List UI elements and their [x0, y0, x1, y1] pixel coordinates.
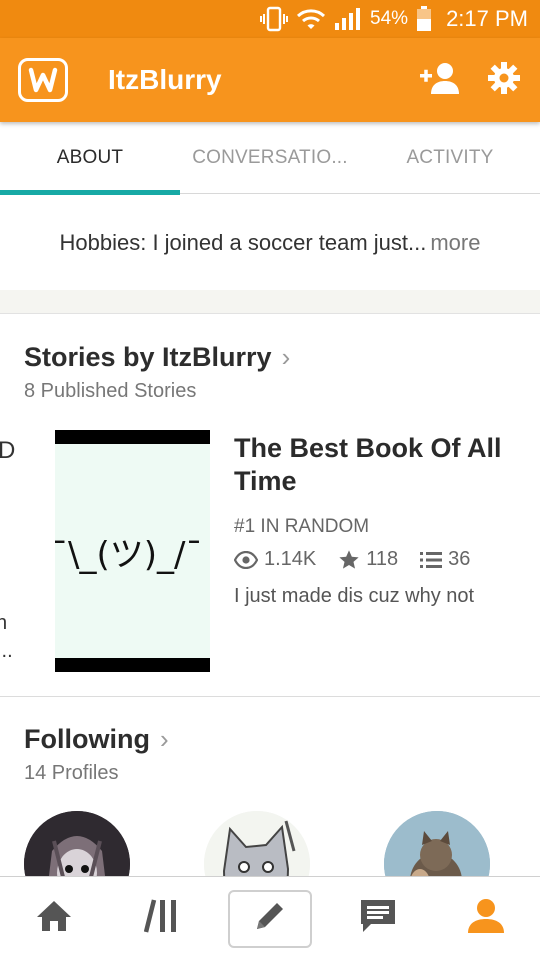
- story-parts: 36: [448, 548, 471, 570]
- stories-title: Stories by ItzBlurry: [24, 342, 272, 372]
- battery-icon: [416, 6, 432, 32]
- more-link[interactable]: more: [430, 230, 480, 256]
- gear-icon: [487, 61, 521, 100]
- story-stats: 1.14K 118 36: [234, 548, 470, 571]
- chevron-right-icon: ›: [281, 342, 291, 372]
- stories-count: 8 Published Stories: [24, 380, 197, 402]
- signal-icon: [334, 7, 362, 31]
- following-count: 14 Profiles: [24, 762, 119, 784]
- about-text: Hobbies: I joined a soccer team just...: [59, 229, 427, 255]
- clock: 2:17 PM: [446, 6, 528, 31]
- nav-profile[interactable]: [432, 877, 540, 960]
- write-button[interactable]: [228, 889, 312, 948]
- previous-story-peek-ellipsis: ...: [0, 640, 13, 662]
- star-icon: [338, 549, 360, 571]
- story-title[interactable]: The Best Book Of All Time: [234, 432, 524, 498]
- nav-write[interactable]: [216, 877, 324, 960]
- story-votes: 118: [366, 548, 399, 570]
- wattpad-logo-icon[interactable]: [18, 58, 68, 102]
- story-cover[interactable]: ¯\_(ツ)_/¯: [55, 430, 210, 672]
- profile-tabs: ABOUT CONVERSATIO... ACTIVITY: [0, 122, 540, 195]
- story-cover-text: ¯\_(ツ)_/¯: [55, 534, 203, 575]
- vibrate-icon: [260, 6, 289, 32]
- stories-header[interactable]: Stories by ItzBlurry ›: [24, 342, 290, 373]
- home-icon: [35, 899, 73, 938]
- profile-username: ItzBlurry: [108, 64, 222, 95]
- story-reads: 1.14K: [264, 548, 317, 570]
- follow-user-button[interactable]: [412, 52, 468, 108]
- app-bar: ItzBlurry: [0, 38, 540, 122]
- parts-list-icon: [420, 551, 443, 569]
- story-rank: #1 IN RANDOM: [234, 516, 370, 537]
- settings-button[interactable]: [476, 52, 532, 108]
- tab-conversations[interactable]: CONVERSATIO...: [180, 122, 360, 194]
- following-title: Following: [24, 724, 150, 754]
- section-separator: [0, 290, 540, 314]
- profile-icon: [467, 897, 505, 940]
- bottom-nav: [0, 876, 540, 960]
- eye-icon: [234, 550, 258, 569]
- battery-percent: 54%: [370, 8, 409, 29]
- previous-story-peek-title[interactable]: D: [0, 437, 15, 465]
- nav-messages[interactable]: [324, 877, 432, 960]
- tab-about[interactable]: ABOUT: [0, 122, 180, 195]
- story-description: I just made dis cuz why not: [234, 585, 475, 607]
- add-person-icon: [419, 61, 461, 100]
- following-header[interactable]: Following ›: [24, 724, 169, 755]
- section-divider: [0, 696, 540, 697]
- wifi-icon: [296, 7, 326, 31]
- library-icon: [143, 898, 180, 939]
- nav-library[interactable]: [108, 877, 216, 960]
- nav-home[interactable]: [0, 877, 108, 960]
- status-bar: 54% 2:17 PM: [0, 0, 540, 38]
- messages-icon: [359, 898, 397, 939]
- about-section: Hobbies: I joined a soccer team just... …: [0, 195, 540, 290]
- tab-activity[interactable]: ACTIVITY: [360, 122, 540, 194]
- chevron-right-icon: ›: [159, 724, 169, 754]
- previous-story-peek-text: n: [0, 612, 8, 634]
- pencil-icon: [253, 899, 287, 938]
